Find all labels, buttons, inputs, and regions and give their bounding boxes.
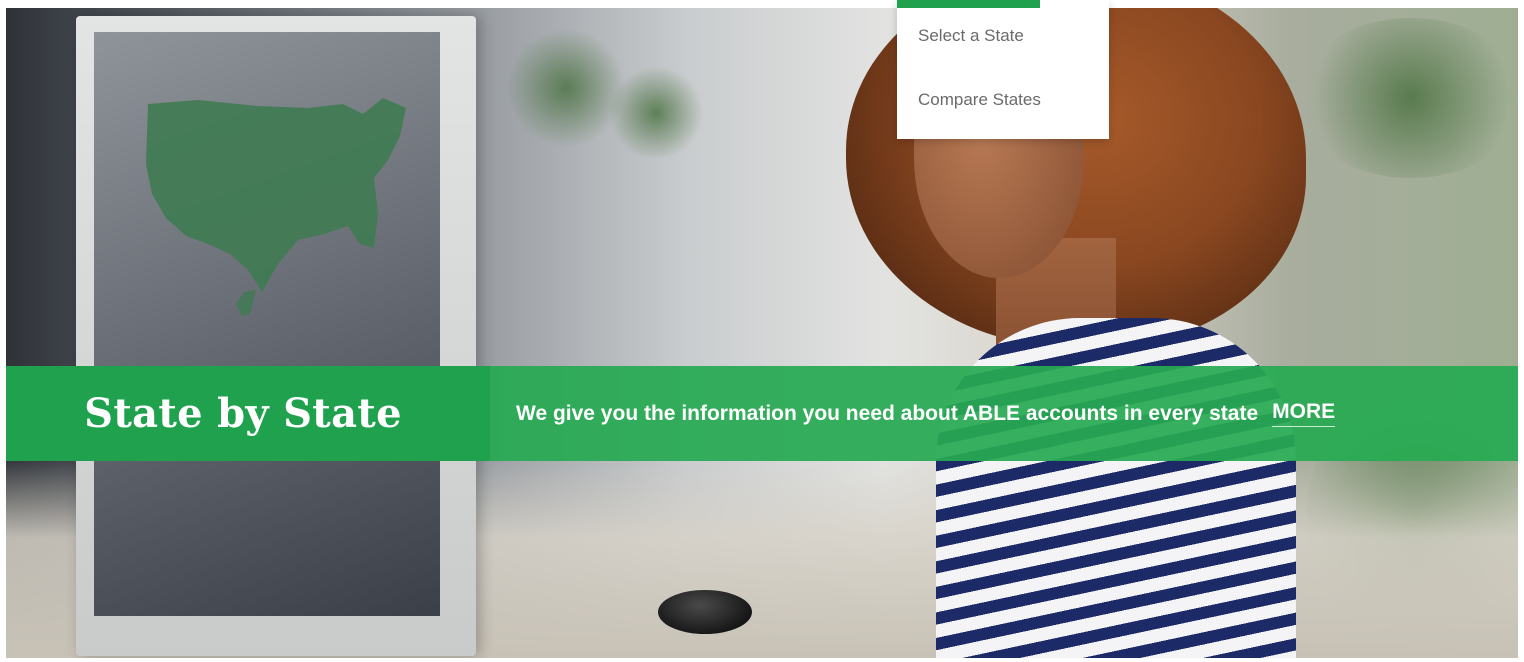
plant-decor — [506, 28, 626, 148]
dropdown-accent-bar — [897, 0, 1040, 8]
banner-description: We give you the information you need abo… — [516, 401, 1259, 425]
more-link[interactable]: MORE — [1272, 400, 1336, 427]
menu-item-compare-states[interactable]: Compare States — [918, 90, 1041, 110]
computer-mouse — [658, 590, 752, 634]
computer-monitor — [76, 16, 476, 656]
hero-image — [6, 8, 1518, 658]
banner-title: State by State — [84, 390, 402, 437]
state-by-state-banner: State by State We give you the informati… — [6, 366, 1518, 461]
menu-item-select-a-state[interactable]: Select a State — [918, 26, 1024, 46]
banner-info-block: We give you the information you need abo… — [490, 366, 1518, 461]
usa-map-icon — [146, 98, 406, 316]
plant-decor — [1296, 18, 1518, 178]
plant-decor — [606, 68, 706, 158]
monitor-screen — [94, 32, 440, 616]
banner-title-block: State by State — [6, 366, 490, 461]
state-dropdown-menu: Select a State Compare States — [897, 0, 1109, 139]
